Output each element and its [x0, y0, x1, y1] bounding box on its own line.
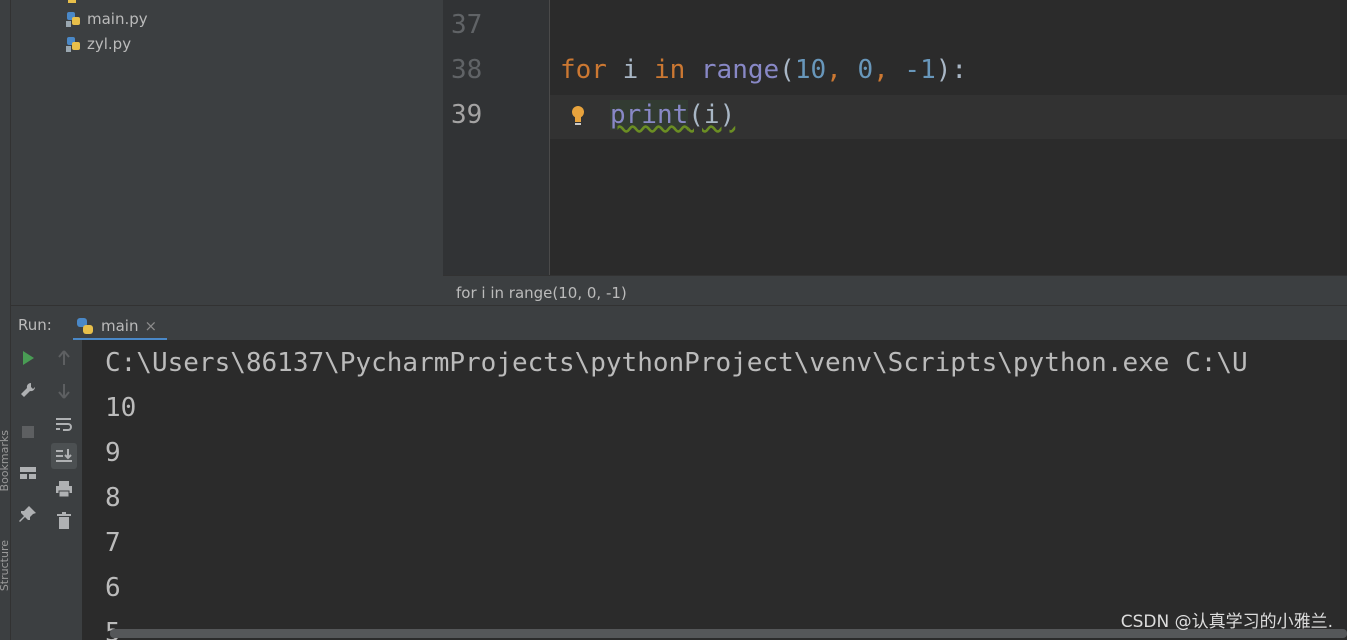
paren: ( [779, 55, 795, 85]
line-number-current: 39 [451, 100, 483, 130]
variable-i: i [606, 55, 654, 85]
stop-icon[interactable] [16, 420, 40, 444]
structure-stripe-button[interactable]: Structure [0, 540, 11, 591]
console-line: 8 [105, 483, 121, 513]
paren-colon: ): [935, 55, 968, 85]
console-line: 9 [105, 438, 121, 468]
keyword-for: for [560, 55, 607, 85]
builtin-range: range [685, 55, 780, 85]
console-line: 7 [105, 528, 121, 558]
run-tool-window-header: Run: main × [11, 305, 1347, 341]
code-line-38[interactable]: for i in range(10, 0, -1): [560, 55, 967, 85]
line-number: 37 [451, 10, 483, 40]
arrow-up-icon[interactable] [52, 346, 76, 370]
comma: , [826, 55, 858, 85]
left-tool-stripe: Bookmarks Structure [0, 0, 11, 640]
pin-icon[interactable] [16, 502, 40, 526]
rerun-icon[interactable] [16, 346, 40, 370]
soft-wrap-icon[interactable] [52, 412, 76, 436]
number-literal: -1 [904, 55, 936, 85]
line-number: 38 [451, 55, 483, 85]
python-file-icon [66, 0, 82, 3]
bookmarks-stripe-button[interactable]: Bookmarks [0, 430, 11, 491]
number-literal: 0 [857, 55, 874, 85]
console-line: 6 [105, 573, 121, 603]
project-file-zyl-py[interactable]: zyl.py [66, 33, 131, 55]
breadcrumb-bar: for i in range(10, 0, -1) [443, 275, 1347, 306]
project-tool-window: main.py zyl.py [11, 0, 443, 305]
code-editor[interactable]: 37 38 39 for i in range(10, 0, -1): prin… [443, 0, 1347, 275]
comma: , [873, 55, 905, 85]
print-args: (i) [688, 100, 736, 130]
console-line: C:\Users\86137\PycharmProjects\pythonPro… [105, 348, 1248, 378]
arrow-down-icon[interactable] [52, 379, 76, 403]
run-console-output[interactable]: C:\Users\86137\PycharmProjects\pythonPro… [82, 340, 1347, 640]
run-toolbar-right [45, 340, 83, 640]
file-name: zyl.py [87, 35, 132, 53]
trash-icon[interactable] [52, 509, 76, 533]
layout-icon[interactable] [16, 461, 40, 485]
keyword-in: in [653, 55, 686, 85]
print-icon[interactable] [52, 477, 76, 501]
number-literal: 10 [794, 55, 827, 85]
line-number-gutter[interactable]: 37 38 39 [443, 0, 549, 275]
lightbulb-icon[interactable] [567, 103, 589, 129]
run-label: Run: [18, 316, 52, 334]
breadcrumb[interactable]: for i in range(10, 0, -1) [456, 284, 627, 302]
python-file-icon [66, 11, 82, 27]
run-tab-main[interactable]: main × [73, 310, 167, 341]
project-file-main-py[interactable]: main.py [66, 8, 148, 30]
watermark: CSDN @认真学习的小雅兰. [1120, 612, 1333, 632]
python-file-icon [66, 36, 82, 52]
wrench-icon[interactable] [16, 378, 40, 402]
scroll-to-end-icon[interactable] [51, 443, 77, 469]
run-tab-label: main [101, 316, 139, 335]
close-icon[interactable]: × [144, 317, 157, 335]
file-name: main.py [87, 10, 148, 28]
console-line: 10 [105, 393, 137, 423]
builtin-print: print [610, 100, 689, 130]
run-toolbar-left [11, 340, 45, 640]
code-line-39[interactable]: print(i) [610, 100, 735, 130]
python-run-icon [75, 316, 95, 336]
